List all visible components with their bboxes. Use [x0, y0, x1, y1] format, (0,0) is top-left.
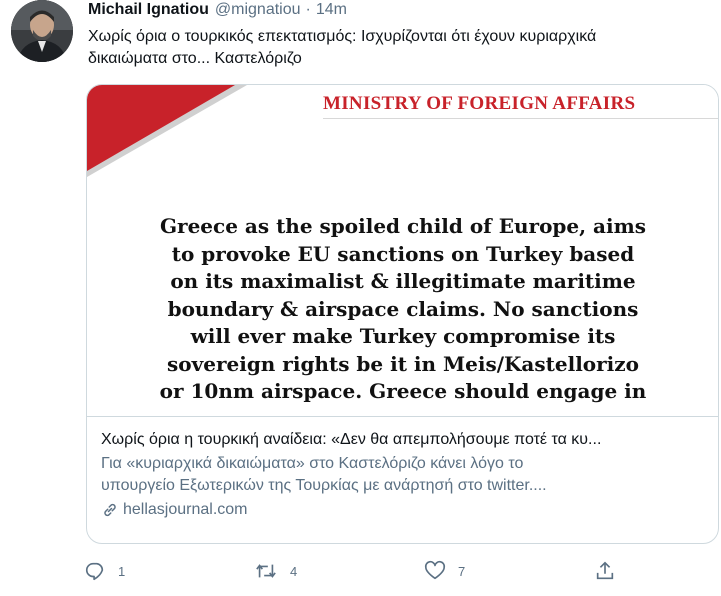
tweet-timestamp[interactable]: 14m: [316, 1, 347, 19]
statement-line: on its maximalist & illegitimate maritim…: [170, 269, 636, 293]
retweet-button[interactable]: 4: [254, 556, 297, 586]
action-bar: 1 4 7: [84, 556, 624, 586]
card-domain[interactable]: hellasjournal.com: [101, 501, 707, 519]
like-button[interactable]: 7: [424, 556, 465, 586]
author-handle[interactable]: @mignatiou: [215, 1, 301, 19]
statement-line: to provoke EU sanctions on Turkey based: [171, 241, 635, 266]
card-title[interactable]: Χωρίς όρια η τουρκική αναίδεια: «Δεν θα …: [101, 429, 707, 451]
card-domain-text: hellasjournal.com: [123, 501, 248, 518]
tweet-text-line: δικαιώματα στο... Καστελόριζο: [88, 50, 302, 67]
red-corner-graphic: [87, 85, 247, 177]
reply-icon: [85, 562, 104, 581]
card-description-line: Για «κυριαρχικά δικαιώματα» στο Καστελόρ…: [101, 455, 524, 472]
share-button[interactable]: [594, 556, 616, 586]
like-count: 7: [458, 563, 466, 579]
tweet-text-line: Χωρίς όρια ο τουρκικός επεκτατισμός: Ισχ…: [88, 28, 597, 45]
retweet-count: 4: [290, 563, 298, 579]
avatar-image: [11, 0, 73, 62]
card-description: Για «κυριαρχικά δικαιώματα» στο Καστελόρ…: [101, 453, 707, 497]
statement-line: or 10nm airspace. Greece should engage i…: [159, 379, 647, 403]
link-card[interactable]: MINISTRY OF FOREIGN AFFAIRS Greece as th…: [86, 84, 719, 544]
ministry-header: MINISTRY OF FOREIGN AFFAIRS: [323, 93, 636, 114]
tweet-text: Χωρίς όρια ο τουρκικός επεκτατισμός: Ισχ…: [88, 26, 718, 70]
retweet-icon: [256, 564, 276, 578]
card-meta: Χωρίς όρια η τουρκική αναίδεια: «Δεν θα …: [101, 429, 707, 519]
share-icon: [596, 561, 614, 580]
statement-line: will ever make Turkey compromise its: [190, 324, 616, 348]
avatar[interactable]: [11, 0, 73, 62]
statement-line: boundary & airspace claims. No sanctions: [167, 296, 639, 321]
link-icon: [104, 503, 116, 517]
card-description-line: υπουργείο Εξωτερικών της Τουρκίας με ανά…: [101, 477, 547, 494]
ministry-statement: Greece as the spoiled child of Europe, a…: [107, 213, 699, 406]
reply-button[interactable]: 1: [84, 556, 125, 586]
author-name[interactable]: Michail Ignatiou: [88, 1, 209, 19]
header-separator: ·: [305, 1, 311, 18]
card-image[interactable]: MINISTRY OF FOREIGN AFFAIRS Greece as th…: [87, 85, 718, 417]
ministry-divider: [323, 118, 718, 119]
statement-line: sovereign rights be it in Meis/Kastellor…: [167, 351, 639, 376]
tweet-header: Michail Ignatiou @mignatiou · 14m: [88, 0, 347, 20]
reply-count: 1: [118, 563, 126, 579]
statement-line: Greece as the spoiled child of Europe, a…: [159, 214, 647, 238]
like-icon: [424, 560, 446, 580]
